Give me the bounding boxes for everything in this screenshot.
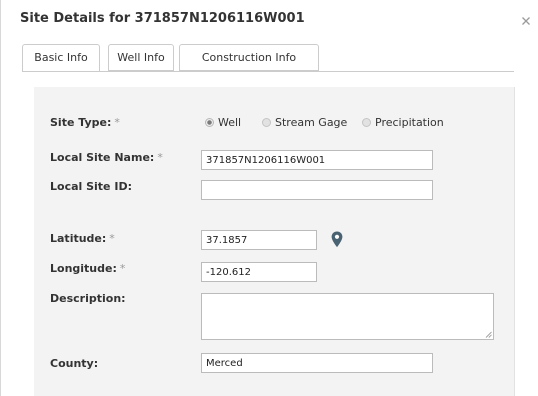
- tab-well-info[interactable]: Well Info: [108, 44, 174, 71]
- required-mark: *: [114, 116, 120, 129]
- site-type-label-text: Site Type:: [50, 116, 112, 129]
- map-pin-button[interactable]: [331, 231, 343, 248]
- required-mark: *: [157, 151, 163, 164]
- description-textarea[interactable]: [201, 293, 494, 340]
- radio-well[interactable]: Well: [205, 116, 241, 129]
- resize-grip-icon[interactable]: [485, 331, 492, 338]
- radio-well-label: Well: [218, 116, 242, 129]
- longitude-input[interactable]: [201, 262, 317, 282]
- county-input[interactable]: [201, 353, 433, 373]
- description-label: Description:: [50, 292, 126, 305]
- local-site-id-label: Local Site ID:: [50, 180, 132, 193]
- latitude-input[interactable]: [201, 230, 317, 250]
- latitude-label: Latitude: *: [50, 232, 115, 245]
- site-details-dialog: Site Details for 371857N1206116W001 Basi…: [0, 0, 538, 396]
- local-site-name-input[interactable]: [201, 150, 433, 170]
- map-pin-icon: [331, 231, 343, 248]
- radio-stream-gage-label: Stream Gage: [275, 116, 348, 129]
- site-type-label: Site Type: *: [50, 116, 120, 129]
- tab-divider: [22, 71, 514, 72]
- radio-precipitation-dot[interactable]: [362, 118, 371, 127]
- close-icon: [522, 17, 530, 25]
- local-site-name-label: Local Site Name: *: [50, 151, 163, 164]
- radio-well-dot[interactable]: [205, 118, 214, 127]
- county-label: County:: [50, 357, 99, 370]
- local-site-name-label-text: Local Site Name:: [50, 151, 155, 164]
- radio-stream-gage-dot[interactable]: [262, 118, 271, 127]
- close-button[interactable]: [520, 12, 532, 25]
- longitude-label-text: Longitude:: [50, 262, 117, 275]
- tab-basic-info[interactable]: Basic Info: [22, 44, 100, 72]
- radio-precipitation-label: Precipitation: [375, 116, 444, 129]
- dialog-title: Site Details for 371857N1206116W001: [20, 11, 305, 26]
- radio-stream-gage[interactable]: Stream Gage: [262, 116, 347, 129]
- local-site-id-input[interactable]: [201, 180, 433, 200]
- tab-construction-info[interactable]: Construction Info: [179, 44, 319, 71]
- longitude-label: Longitude: *: [50, 262, 125, 275]
- required-mark: *: [119, 262, 126, 275]
- radio-precipitation[interactable]: Precipitation: [362, 116, 444, 129]
- latitude-label-text: Latitude:: [50, 232, 107, 245]
- required-mark: *: [109, 232, 115, 245]
- panel-edge: [514, 87, 515, 396]
